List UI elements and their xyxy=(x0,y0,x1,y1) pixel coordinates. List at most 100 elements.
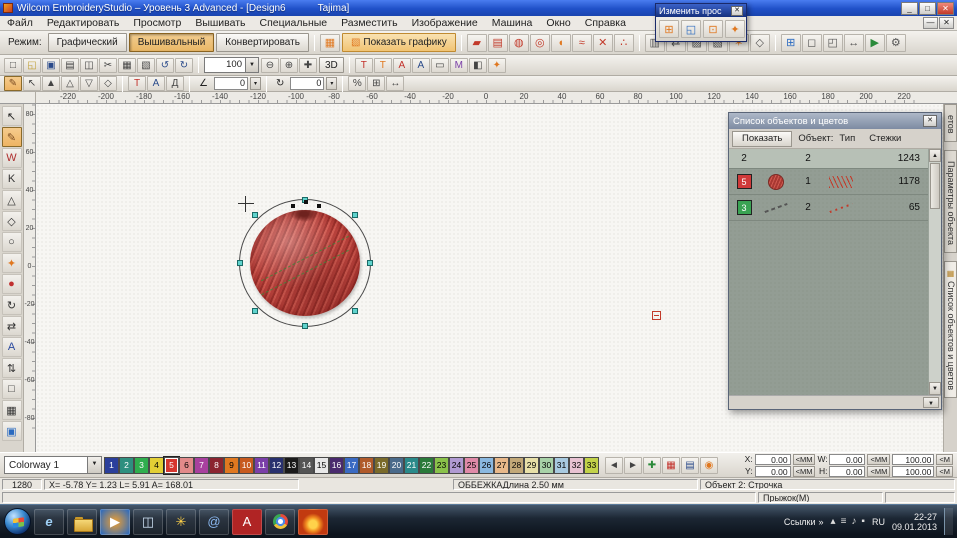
color-chip[interactable]: 24 xyxy=(449,457,464,474)
view-icon[interactable]: ◻ xyxy=(802,34,822,52)
scale-y-unit-button[interactable]: <M xyxy=(936,466,953,477)
lettering-toolbar-icon[interactable]: Т xyxy=(374,58,392,73)
file-toolbar-icon[interactable]: ◱ xyxy=(23,58,41,73)
object-group-row[interactable]: 2 2 1243 xyxy=(729,149,928,169)
stitch-type-icon[interactable]: ✕ xyxy=(593,34,613,52)
color-chip[interactable]: 4 xyxy=(149,457,164,474)
file-toolbar-icon[interactable]: ▣ xyxy=(42,58,60,73)
h-unit-button[interactable]: <MM xyxy=(867,466,890,477)
menu-item[interactable]: Изображение xyxy=(405,17,485,29)
floating-toolbar-icon[interactable]: ◱ xyxy=(681,20,701,38)
file-toolbar-icon[interactable]: ↺ xyxy=(156,58,174,73)
effect-icon[interactable]: ◇ xyxy=(750,34,770,52)
color-chip[interactable]: 6 xyxy=(179,457,194,474)
view-3d-button[interactable]: 3D xyxy=(319,57,344,73)
color-chip[interactable]: 1 xyxy=(104,457,119,474)
reshape-node[interactable] xyxy=(317,204,321,208)
letter-toolbar-icon[interactable]: Т xyxy=(128,76,146,91)
color-chip[interactable]: 21 xyxy=(404,457,419,474)
toolbox-tool-icon[interactable]: ▣ xyxy=(2,421,22,441)
lettering-toolbar-icon[interactable]: Т xyxy=(355,58,373,73)
color-chip[interactable]: 3 xyxy=(134,457,149,474)
selection-handle[interactable] xyxy=(252,212,258,218)
file-toolbar-icon[interactable]: □ xyxy=(4,58,22,73)
toolbox-tool-icon[interactable]: ✦ xyxy=(2,253,22,273)
draw-toolbar-icon[interactable]: ✎ xyxy=(4,76,22,91)
color-chip[interactable]: 29 xyxy=(524,457,539,474)
color-chip[interactable]: 27 xyxy=(494,457,509,474)
color-chip[interactable]: 16 xyxy=(329,457,344,474)
scale-x-input[interactable]: 100.00 xyxy=(892,454,934,465)
color-chip[interactable]: 33 xyxy=(584,457,599,474)
taskbar-app-icon[interactable]: A xyxy=(232,509,262,535)
taskbar-app-icon[interactable]: ◫ xyxy=(133,509,163,535)
draw-toolbar-icon[interactable]: ↖ xyxy=(23,76,41,91)
color-chip[interactable]: 18 xyxy=(359,457,374,474)
toolbox-tool-icon[interactable]: ▦ xyxy=(2,400,22,420)
h-input[interactable]: 0.00 xyxy=(829,466,865,477)
color-chip[interactable]: 22 xyxy=(419,457,434,474)
links-chevron-icon[interactable]: » xyxy=(819,517,824,527)
panel-expand-button[interactable]: ▼ xyxy=(923,397,939,408)
draw-toolbar-icon[interactable]: ▲ xyxy=(42,76,60,91)
draw-toolbar-icon[interactable]: ◇ xyxy=(99,76,117,91)
color-chip[interactable]: 14 xyxy=(299,457,314,474)
stitch-type-icon[interactable]: ▰ xyxy=(467,34,487,52)
lettering-toolbar-icon[interactable]: M xyxy=(450,58,468,73)
stitch-type-icon[interactable]: ◖ xyxy=(551,34,571,52)
menu-item[interactable]: Окно xyxy=(539,17,577,29)
color-chip[interactable]: 2 xyxy=(119,457,134,474)
color-chip[interactable]: 15 xyxy=(314,457,329,474)
toolbox-tool-icon[interactable]: ⇅ xyxy=(2,358,22,378)
menu-item[interactable]: Просмотр xyxy=(126,17,188,29)
colorway-combo[interactable]: Colorway 1 ▼ xyxy=(4,456,102,474)
toolbox-tool-icon[interactable]: ↖ xyxy=(2,106,22,126)
toolbox-tool-icon[interactable]: ○ xyxy=(2,232,22,252)
y-unit-button[interactable]: <MM xyxy=(793,466,816,477)
color-chip[interactable]: 20 xyxy=(389,457,404,474)
selection-handle[interactable] xyxy=(302,323,308,329)
toolbox-tool-icon[interactable]: ◇ xyxy=(2,211,22,231)
toolbox-tool-icon[interactable]: △ xyxy=(2,190,22,210)
color-chip[interactable]: 25 xyxy=(464,457,479,474)
lettering-toolbar-icon[interactable]: А xyxy=(393,58,411,73)
floating-toolbar-icon[interactable]: ⊡ xyxy=(703,20,723,38)
selection-handle[interactable] xyxy=(237,260,243,266)
zoom-combo[interactable]: 100 ▼ xyxy=(204,57,259,73)
color-chip[interactable]: 19 xyxy=(374,457,389,474)
view-icon[interactable]: ⚙ xyxy=(886,34,906,52)
language-indicator[interactable]: RU xyxy=(872,517,885,527)
stitch-type-icon[interactable]: ◎ xyxy=(530,34,550,52)
menu-item[interactable]: Редактировать xyxy=(40,17,127,29)
color-chip[interactable]: 8 xyxy=(209,457,224,474)
show-desktop-button[interactable] xyxy=(944,508,953,535)
color-number-chip[interactable]: 5 xyxy=(737,174,752,189)
color-chip[interactable]: 12 xyxy=(269,457,284,474)
taskbar-app-icon[interactable]: e xyxy=(34,509,64,535)
maximize-button[interactable]: □ xyxy=(919,2,936,15)
colorway-dropdown-arrow[interactable]: ▼ xyxy=(87,457,101,473)
scale-x-unit-button[interactable]: <M xyxy=(936,454,953,465)
toolbox-tool-icon[interactable]: ● xyxy=(2,274,22,294)
selection-handle[interactable] xyxy=(252,308,258,314)
edit-toolbar-icon[interactable]: ⊞ xyxy=(367,76,385,91)
file-toolbar-icon[interactable]: ◫ xyxy=(80,58,98,73)
scroll-down-button[interactable]: ▼ xyxy=(929,382,941,395)
convert-mode-button[interactable]: Конвертировать xyxy=(216,33,309,52)
view-icon[interactable]: ↔ xyxy=(844,34,864,52)
toolbox-tool-icon[interactable]: □ xyxy=(2,379,22,399)
color-chip[interactable]: 5 xyxy=(164,457,179,474)
object-list-panel-titlebar[interactable]: Список объектов и цветов ✕ xyxy=(729,113,941,129)
selection-handle[interactable] xyxy=(352,308,358,314)
taskbar-app-icon[interactable] xyxy=(67,509,97,535)
color-chip[interactable]: 28 xyxy=(509,457,524,474)
docked-panel-tab[interactable]: Параметры объекта xyxy=(944,150,957,253)
convert-grid-icon[interactable]: ▦ xyxy=(320,34,340,52)
color-chip[interactable]: 7 xyxy=(194,457,209,474)
view-icon[interactable]: ⊞ xyxy=(781,34,801,52)
draw-toolbar-icon[interactable]: △ xyxy=(61,76,79,91)
taskbar-app-icon[interactable] xyxy=(265,509,295,535)
object-row[interactable]: 5 1 1178 xyxy=(729,169,928,195)
menu-item[interactable]: Разместить xyxy=(334,17,404,29)
object-row[interactable]: 3 2 65 xyxy=(729,195,928,221)
